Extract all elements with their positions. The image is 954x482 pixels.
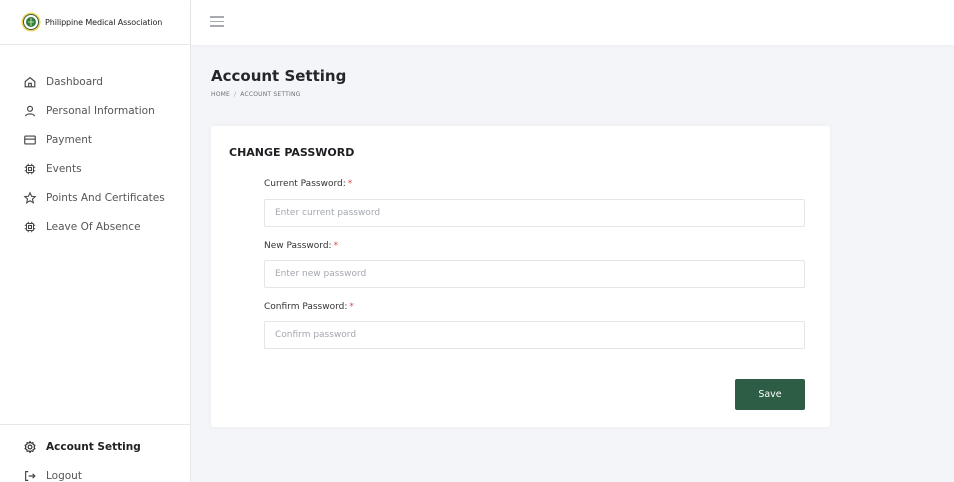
breadcrumb-home[interactable]: HOME — [211, 91, 230, 98]
star-icon — [23, 190, 37, 205]
change-password-card: CHANGE PASSWORD Current Password: * New P… — [211, 126, 830, 427]
sidebar-item-label: Events — [46, 162, 82, 175]
sidebar-item-logout[interactable]: Logout — [0, 461, 191, 482]
sidebar: Philippine Medical Association Dashboard… — [0, 0, 191, 482]
save-button[interactable]: Save — [735, 379, 805, 410]
required-marker: * — [333, 241, 339, 251]
breadcrumb: HOME / ACCOUNT SETTING — [211, 91, 301, 98]
sidebar-item-personal-information[interactable]: Personal Information — [0, 96, 191, 125]
sidebar-item-label: Logout — [46, 469, 82, 482]
field-label-text: New Password: — [264, 241, 332, 251]
sidebar-item-label: Account Setting — [46, 440, 141, 453]
sidebar-item-label: Points And Certificates — [46, 191, 165, 204]
topbar — [191, 0, 954, 45]
sidebar-item-payment[interactable]: Payment — [0, 125, 191, 154]
hamburger-icon[interactable] — [210, 16, 224, 27]
sidebar-item-label: Dashboard — [46, 75, 103, 88]
required-marker: * — [347, 179, 353, 189]
gear-icon — [23, 440, 37, 454]
current-password-input[interactable] — [264, 199, 805, 227]
sidebar-item-leave-of-absence[interactable]: Leave Of Absence — [0, 212, 191, 241]
confirm-password-label: Confirm Password: * — [264, 302, 354, 312]
sidebar-item-label: Payment — [46, 133, 92, 146]
sidebar-bottom: Account Setting Logout — [0, 424, 191, 482]
home-icon — [23, 75, 37, 89]
app: Philippine Medical Association Dashboard… — [0, 0, 954, 482]
new-password-label: New Password: * — [264, 241, 338, 251]
chip-icon — [23, 162, 37, 176]
new-password-input[interactable] — [264, 260, 805, 288]
brand[interactable]: Philippine Medical Association — [0, 0, 191, 45]
field-label-text: Current Password: — [264, 179, 346, 189]
logout-icon — [23, 469, 37, 482]
brand-name: Philippine Medical Association — [45, 17, 163, 27]
sidebar-item-label: Leave Of Absence — [46, 220, 141, 233]
chip-icon — [23, 220, 37, 234]
sidebar-item-label: Personal Information — [46, 104, 155, 117]
breadcrumb-current: ACCOUNT SETTING — [240, 91, 301, 98]
page-title: Account Setting — [211, 67, 347, 85]
current-password-label: Current Password: * — [264, 179, 352, 189]
sidebar-item-events[interactable]: Events — [0, 154, 191, 183]
sidebar-nav: Dashboard Personal Information Payment E… — [0, 67, 191, 241]
required-marker: * — [349, 302, 354, 312]
confirm-password-input[interactable] — [264, 321, 805, 349]
pma-logo-icon — [21, 12, 41, 32]
breadcrumb-separator: / — [234, 91, 237, 98]
sidebar-item-points-and-certificates[interactable]: Points And Certificates — [0, 183, 191, 212]
card-icon — [23, 133, 37, 147]
user-icon — [23, 104, 37, 118]
card-title: CHANGE PASSWORD — [229, 146, 355, 159]
sidebar-item-dashboard[interactable]: Dashboard — [0, 67, 191, 96]
field-label-text: Confirm Password: — [264, 302, 348, 312]
sidebar-item-account-setting[interactable]: Account Setting — [0, 432, 191, 461]
